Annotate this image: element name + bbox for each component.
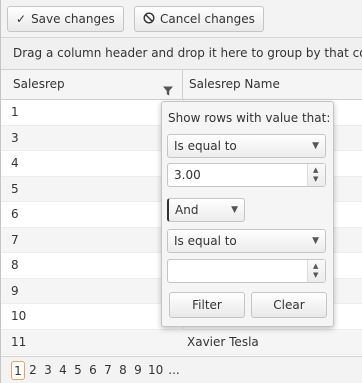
operator-2-value: Is equal to [174, 234, 237, 248]
page-1-button[interactable]: 1 [11, 360, 25, 380]
logic-value: And [175, 203, 199, 217]
decrement-icon[interactable]: ▼ [313, 176, 318, 183]
salesrep-name-cell: Xavier Tesla [187, 334, 259, 349]
page-9-button[interactable]: 9 [131, 361, 145, 380]
salesrep-cell: 11 [11, 334, 27, 349]
value-1-text: 3.00 [174, 168, 201, 182]
save-changes-button[interactable]: ✓ Save changes [7, 6, 124, 32]
filter-menu: Show rows with value that: Is equal to ▼… [161, 101, 334, 327]
cancel-icon [143, 12, 155, 26]
salesrep-cell: 9 [11, 283, 19, 298]
page-7-button[interactable]: 7 [101, 361, 115, 380]
value-2-spinner[interactable]: ▲ ▼ [307, 260, 325, 282]
save-changes-label: Save changes [31, 12, 115, 26]
value-2-input[interactable]: ▲ ▼ [167, 259, 326, 283]
column-header-salesrep-name-label: Salesrep Name [189, 77, 280, 91]
operator-1-value: Is equal to [174, 139, 237, 153]
salesrep-cell: 3 [11, 130, 19, 145]
column-header-salesrep-name[interactable]: Salesrep Name [183, 70, 362, 100]
filter-title: Show rows with value that: [168, 111, 331, 125]
column-header-row: Salesrep Salesrep Name [1, 70, 362, 100]
page-2-button[interactable]: 2 [26, 361, 40, 380]
filter-button[interactable]: Filter [169, 292, 245, 318]
salesrep-cell: 6 [11, 207, 19, 221]
page-10-button[interactable]: 10 [146, 361, 165, 380]
more-pages-button[interactable]: ... [166, 361, 181, 380]
salesrep-cell: 5 [11, 181, 19, 196]
check-icon: ✓ [16, 12, 27, 26]
table-row[interactable]: 11 Xavier Tesla [1, 329, 362, 355]
column-header-salesrep[interactable]: Salesrep [1, 70, 183, 100]
group-drop-area[interactable]: Drag a column header and drop it here to… [1, 38, 362, 70]
salesrep-cell: 1 [11, 105, 19, 119]
increment-icon[interactable]: ▲ [313, 263, 318, 270]
column-header-salesrep-label: Salesrep [13, 77, 65, 91]
chevron-down-icon: ▼ [312, 141, 319, 151]
clear-button[interactable]: Clear [251, 292, 327, 318]
cancel-changes-label: Cancel changes [160, 12, 255, 26]
operator-2-dropdown[interactable]: Is equal to ▼ [167, 229, 326, 253]
page-5-button[interactable]: 5 [71, 361, 85, 380]
increment-icon[interactable]: ▲ [313, 167, 318, 174]
filter-icon[interactable] [162, 79, 174, 96]
value-1-spinner[interactable]: ▲ ▼ [307, 164, 325, 186]
salesrep-cell: 4 [11, 156, 19, 170]
decrement-icon[interactable]: ▼ [313, 272, 318, 279]
salesrep-cell: 10 [11, 309, 27, 323]
value-1-input[interactable]: 3.00 ▲ ▼ [167, 163, 326, 187]
page-4-button[interactable]: 4 [56, 361, 70, 380]
grid: ✓ Save changes Cancel changes Drag a col… [0, 0, 362, 383]
page-8-button[interactable]: 8 [116, 361, 130, 380]
operator-1-dropdown[interactable]: Is equal to ▼ [167, 134, 326, 158]
logic-dropdown[interactable]: And ▼ [167, 198, 245, 222]
salesrep-cell: 7 [11, 232, 19, 247]
page-6-button[interactable]: 6 [86, 361, 100, 380]
cancel-changes-button[interactable]: Cancel changes [134, 6, 264, 32]
chevron-down-icon: ▼ [231, 205, 238, 215]
page-3-button[interactable]: 3 [41, 361, 55, 380]
chevron-down-icon: ▼ [312, 236, 319, 246]
grid-toolbar: ✓ Save changes Cancel changes [1, 0, 362, 38]
pager: 1 2 3 4 5 6 7 8 9 10 ... [1, 356, 362, 383]
salesrep-cell: 8 [11, 258, 19, 272]
